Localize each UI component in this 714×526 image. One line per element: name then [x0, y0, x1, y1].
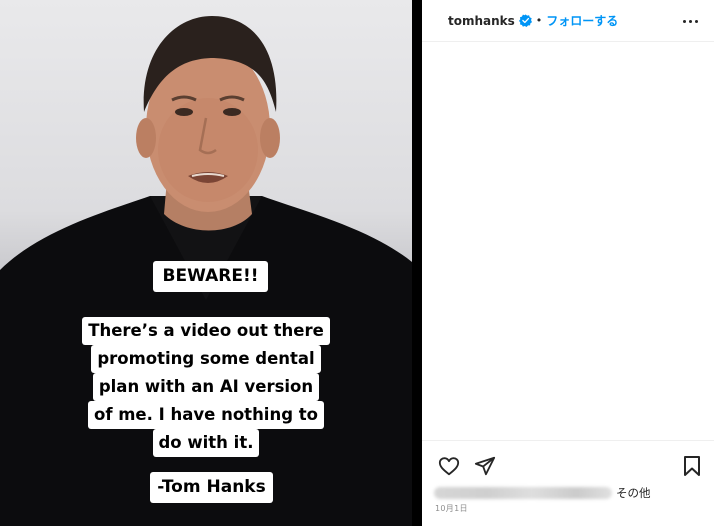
- instagram-post-view: BEWARE!! There’s a video out there promo…: [0, 0, 714, 526]
- post-date: 10月1日: [435, 504, 468, 513]
- username-link[interactable]: tomhanks: [448, 14, 515, 28]
- post-media[interactable]: BEWARE!! There’s a video out there promo…: [0, 0, 412, 526]
- caption-line: of me. I have nothing to: [0, 400, 412, 429]
- send-icon[interactable]: [474, 455, 496, 477]
- post-header: tomhanks • フォローする: [422, 0, 714, 42]
- caption-line: do with it.: [0, 428, 412, 457]
- caption-line: promoting some dental: [0, 344, 412, 373]
- media-divider: [412, 0, 422, 526]
- caption-line: plan with an AI version: [0, 372, 412, 401]
- caption-line-text: do with it.: [152, 429, 260, 457]
- post-side-panel: tomhanks • フォローする その他 10月1日: [422, 0, 714, 526]
- verified-badge-icon: [518, 14, 532, 27]
- heart-icon[interactable]: [438, 455, 460, 477]
- caption-line-text: of me. I have nothing to: [87, 401, 324, 429]
- caption-line-text: plan with an AI version: [92, 373, 320, 401]
- caption-signature: -Tom Hanks: [150, 472, 273, 503]
- caption-line-text: There’s a video out there: [82, 317, 330, 345]
- caption-line-text: promoting some dental: [91, 345, 321, 373]
- bookmark-icon[interactable]: [682, 455, 702, 477]
- more-options-icon[interactable]: [680, 13, 700, 29]
- follow-button[interactable]: フォローする: [546, 12, 618, 29]
- post-footer: その他 10月1日: [422, 440, 714, 526]
- action-bar: [438, 455, 496, 477]
- likes-row: その他: [434, 485, 651, 501]
- header-separator: •: [535, 14, 543, 27]
- caption-beware: BEWARE!!: [153, 261, 268, 292]
- caption-line: There’s a video out there: [0, 316, 412, 345]
- likes-more-link[interactable]: その他: [616, 485, 651, 501]
- blurred-likes-text: [434, 487, 612, 499]
- caption-overlay: BEWARE!! There’s a video out there promo…: [0, 0, 412, 526]
